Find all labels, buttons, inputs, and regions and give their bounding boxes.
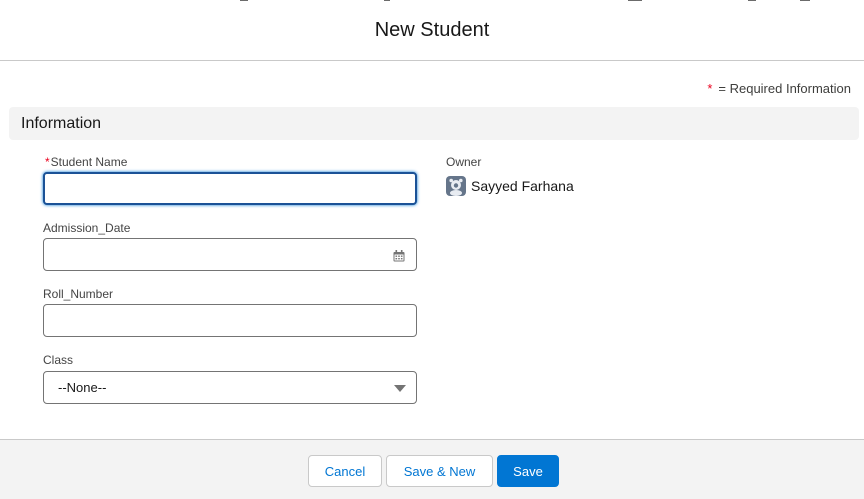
required-info-note: * = Required Information — [707, 81, 851, 96]
chevron-down-icon[interactable] — [394, 385, 406, 392]
class-select[interactable]: --None-- — [43, 371, 417, 404]
required-info-text: = Required Information — [718, 81, 851, 96]
modal-header: New Student — [0, 0, 864, 61]
class-selected-value: --None-- — [58, 380, 107, 395]
required-star: * — [707, 81, 713, 96]
cancel-button[interactable]: Cancel — [308, 455, 382, 487]
section-header-information[interactable]: Information — [9, 107, 859, 140]
user-avatar-icon — [446, 176, 466, 196]
student-name-label-text: Student Name — [50, 155, 128, 169]
section-title: Information — [21, 114, 102, 132]
owner-label: Owner — [446, 155, 482, 169]
student-name-label: *Student Name — [45, 155, 127, 169]
student-name-input[interactable] — [43, 172, 417, 205]
roll-number-input[interactable] — [43, 304, 417, 337]
class-label: Class — [43, 353, 74, 367]
owner-value: Sayyed Farhana — [446, 176, 574, 196]
admission-date-input[interactable] — [43, 238, 417, 271]
modal-footer: Cancel Save & New Save — [0, 439, 864, 499]
calendar-icon[interactable] — [393, 250, 405, 262]
save-button[interactable]: Save — [497, 455, 559, 487]
modal-title: New Student — [374, 18, 490, 41]
save-and-new-button[interactable]: Save & New — [386, 455, 493, 487]
owner-name[interactable]: Sayyed Farhana — [471, 178, 574, 194]
admission-date-label: Admission_Date — [43, 221, 131, 235]
roll-number-label: Roll_Number — [43, 287, 114, 301]
required-marker: * — [45, 155, 50, 169]
new-student-modal: New Student * = Required Information Info… — [0, 0, 864, 499]
